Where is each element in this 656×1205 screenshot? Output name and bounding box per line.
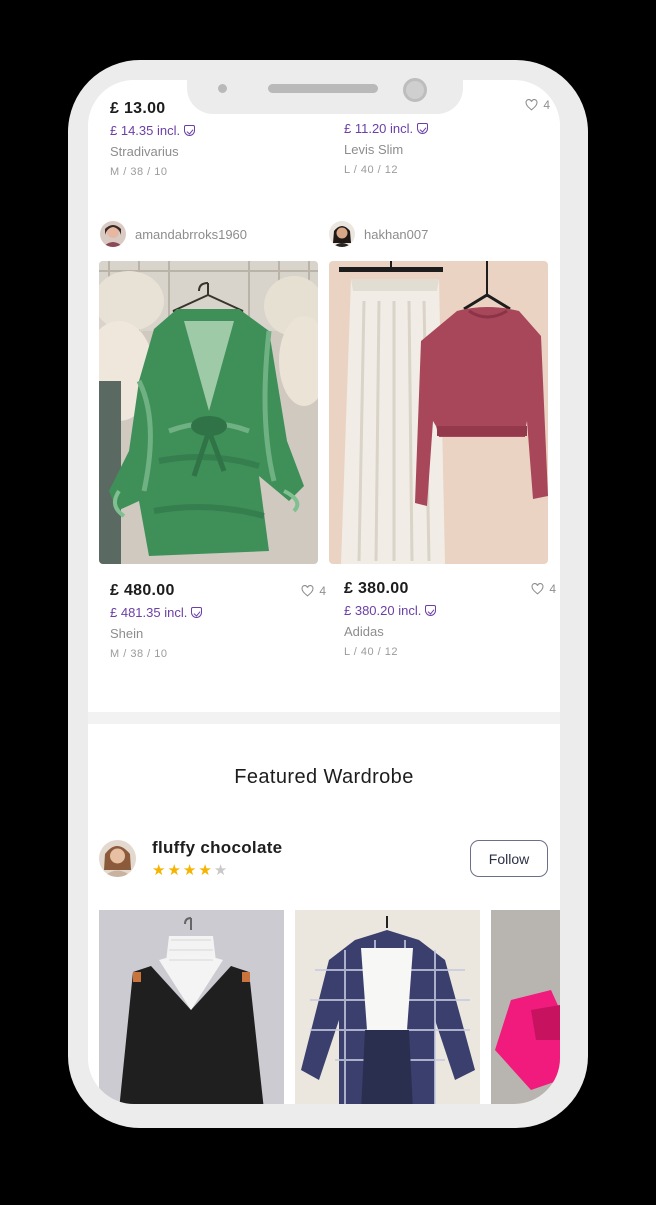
product-image-trousers-sweater[interactable] xyxy=(329,261,548,564)
wardrobe-item-black-sweater[interactable] xyxy=(99,910,284,1104)
buyer-protection-icon xyxy=(425,605,437,616)
seller-username: amandabrroks1960 xyxy=(135,226,248,242)
like-count: 4 xyxy=(543,98,550,112)
seller-avatar xyxy=(100,221,126,247)
listing-brand: Shein xyxy=(110,626,144,641)
star-empty-icon: ★ xyxy=(213,862,228,879)
listing-price: £ 480.00 xyxy=(110,582,175,599)
seller-username: hakhan007 xyxy=(364,226,429,242)
heart-icon xyxy=(531,583,544,595)
seller-link[interactable]: hakhan007 xyxy=(329,221,428,247)
owner-username: fluffy chocolate xyxy=(152,838,283,857)
star-icon: ★ xyxy=(167,862,181,879)
listing-incl-price: £ 481.35 incl. xyxy=(110,605,330,620)
buyer-protection-icon xyxy=(417,123,429,134)
section-title: Featured Wardrobe xyxy=(234,766,414,788)
speaker-grille xyxy=(268,84,378,93)
listing-card-trousers-sweater[interactable]: £ 380.00 4 £ 380.20 incl. Adidas L / 40 … xyxy=(344,580,560,658)
star-icon: ★ xyxy=(182,862,197,879)
owner-rating: ★ ★ ★ ★ ★ xyxy=(152,863,282,878)
seller-avatar xyxy=(329,221,355,247)
listing-incl-price: £ 11.20 incl. xyxy=(344,121,560,136)
front-camera xyxy=(403,78,427,102)
incl-price-text: £ 14.35 incl. xyxy=(110,123,181,138)
phone-notch xyxy=(187,78,463,114)
heart-icon xyxy=(525,99,538,111)
like-count: 4 xyxy=(319,584,326,598)
like-count: 4 xyxy=(549,582,556,596)
featured-wardrobe-section: Featured Wardrobe fluffy chocolate ★ ★ ★… xyxy=(88,724,560,1104)
incl-price-text: £ 380.20 incl. xyxy=(344,603,422,618)
wardrobe-owner[interactable]: fluffy chocolate ★ ★ ★ ★ ★ xyxy=(99,838,282,878)
star-icon: ★ xyxy=(152,862,166,879)
wardrobe-item-pink-top[interactable] xyxy=(491,910,560,1104)
wardrobe-item-plaid-shirt[interactable] xyxy=(295,910,480,1104)
phone-screen: £ 13.00 £ 14.35 incl. Stradivarius M / 3… xyxy=(88,80,560,1104)
owner-avatar xyxy=(99,839,136,877)
product-image-green-dress[interactable] xyxy=(99,261,318,564)
listing-brand: Levis Slim xyxy=(344,142,404,157)
listing-grid: £ 13.00 £ 14.35 incl. Stradivarius M / 3… xyxy=(88,80,560,712)
listing-incl-price: £ 14.35 incl. xyxy=(110,123,330,138)
like-button[interactable]: 4 xyxy=(301,584,326,598)
listing-size: L / 40 / 12 xyxy=(344,164,399,176)
buyer-protection-icon xyxy=(184,125,196,136)
heart-icon xyxy=(301,585,314,597)
like-button[interactable]: 4 xyxy=(525,98,550,112)
listing-brand: Stradivarius xyxy=(110,144,179,159)
sensor-dot xyxy=(218,84,227,93)
listing-size: M / 38 / 10 xyxy=(110,648,168,660)
listing-brand: Adidas xyxy=(344,624,384,639)
like-button[interactable]: 4 xyxy=(531,582,556,596)
incl-price-text: £ 481.35 incl. xyxy=(110,605,188,620)
follow-button[interactable]: Follow xyxy=(470,840,548,877)
incl-price-text: £ 11.20 incl. xyxy=(344,121,414,136)
buyer-protection-icon xyxy=(191,607,203,618)
seller-link[interactable]: amandabrroks1960 xyxy=(100,221,247,247)
listing-size: M / 38 / 10 xyxy=(110,166,168,178)
listing-incl-price: £ 380.20 incl. xyxy=(344,603,560,618)
listing-price: £ 380.00 xyxy=(344,580,409,597)
star-icon: ★ xyxy=(198,862,212,879)
listing-card-green-dress[interactable]: £ 480.00 4 £ 481.35 incl. Shein M / 38 /… xyxy=(110,582,330,660)
listing-size: L / 40 / 12 xyxy=(344,646,399,658)
